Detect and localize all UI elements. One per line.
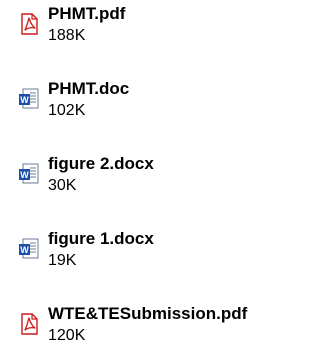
word-doc-icon[interactable]: W — [18, 88, 40, 110]
file-size: 188K — [48, 27, 86, 44]
word-doc-icon[interactable]: W — [18, 238, 40, 260]
file-name-link[interactable]: WTE&TESubmission.pdf — [48, 303, 247, 325]
svg-text:W: W — [20, 95, 29, 105]
pdf-icon[interactable] — [18, 13, 40, 35]
file-item-figure-1-docx[interactable]: W figure 1.docx 19K — [0, 228, 334, 284]
file-item-wte-tesubmission-pdf[interactable]: WTE&TESubmission.pdf 120K — [0, 303, 334, 347]
file-size: 120K — [48, 327, 86, 344]
word-doc-icon[interactable]: W — [18, 163, 40, 185]
file-size: 19K — [48, 252, 77, 269]
file-name-link[interactable]: PHMT.doc — [48, 78, 129, 100]
svg-text:W: W — [20, 245, 29, 255]
pdf-icon[interactable] — [18, 313, 40, 335]
file-attachment-list: PHMT.pdf 188K W PHMT.doc 102K W figure 2… — [0, 0, 334, 347]
file-item-phmt-doc[interactable]: W PHMT.doc 102K — [0, 78, 334, 134]
file-size: 30K — [48, 177, 77, 194]
file-name-link[interactable]: figure 2.docx — [48, 153, 154, 175]
file-item-figure-2-docx[interactable]: W figure 2.docx 30K — [0, 153, 334, 209]
file-item-phmt-pdf[interactable]: PHMT.pdf 188K — [0, 3, 334, 59]
file-name-link[interactable]: figure 1.docx — [48, 228, 154, 250]
file-name-link[interactable]: PHMT.pdf — [48, 3, 125, 25]
svg-text:W: W — [20, 170, 29, 180]
file-size: 102K — [48, 102, 86, 119]
